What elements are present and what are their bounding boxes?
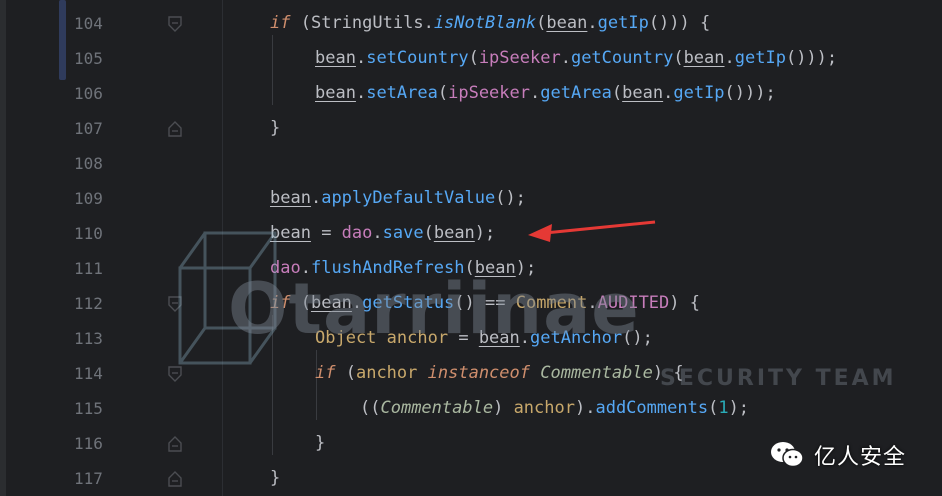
- brand-badge: 亿人安全: [770, 440, 906, 470]
- wechat-icon: [771, 442, 804, 468]
- brand-name: 亿人安全: [814, 445, 907, 470]
- code-editor[interactable]: 104 if (StringUtils.isNotBlank(bean.getI…: [0, 0, 942, 496]
- annotation-arrow-icon: [528, 220, 656, 242]
- watermark-title: Otarriinae: [228, 268, 640, 350]
- watermark-subtitle: SECURITY TEAM: [660, 366, 897, 391]
